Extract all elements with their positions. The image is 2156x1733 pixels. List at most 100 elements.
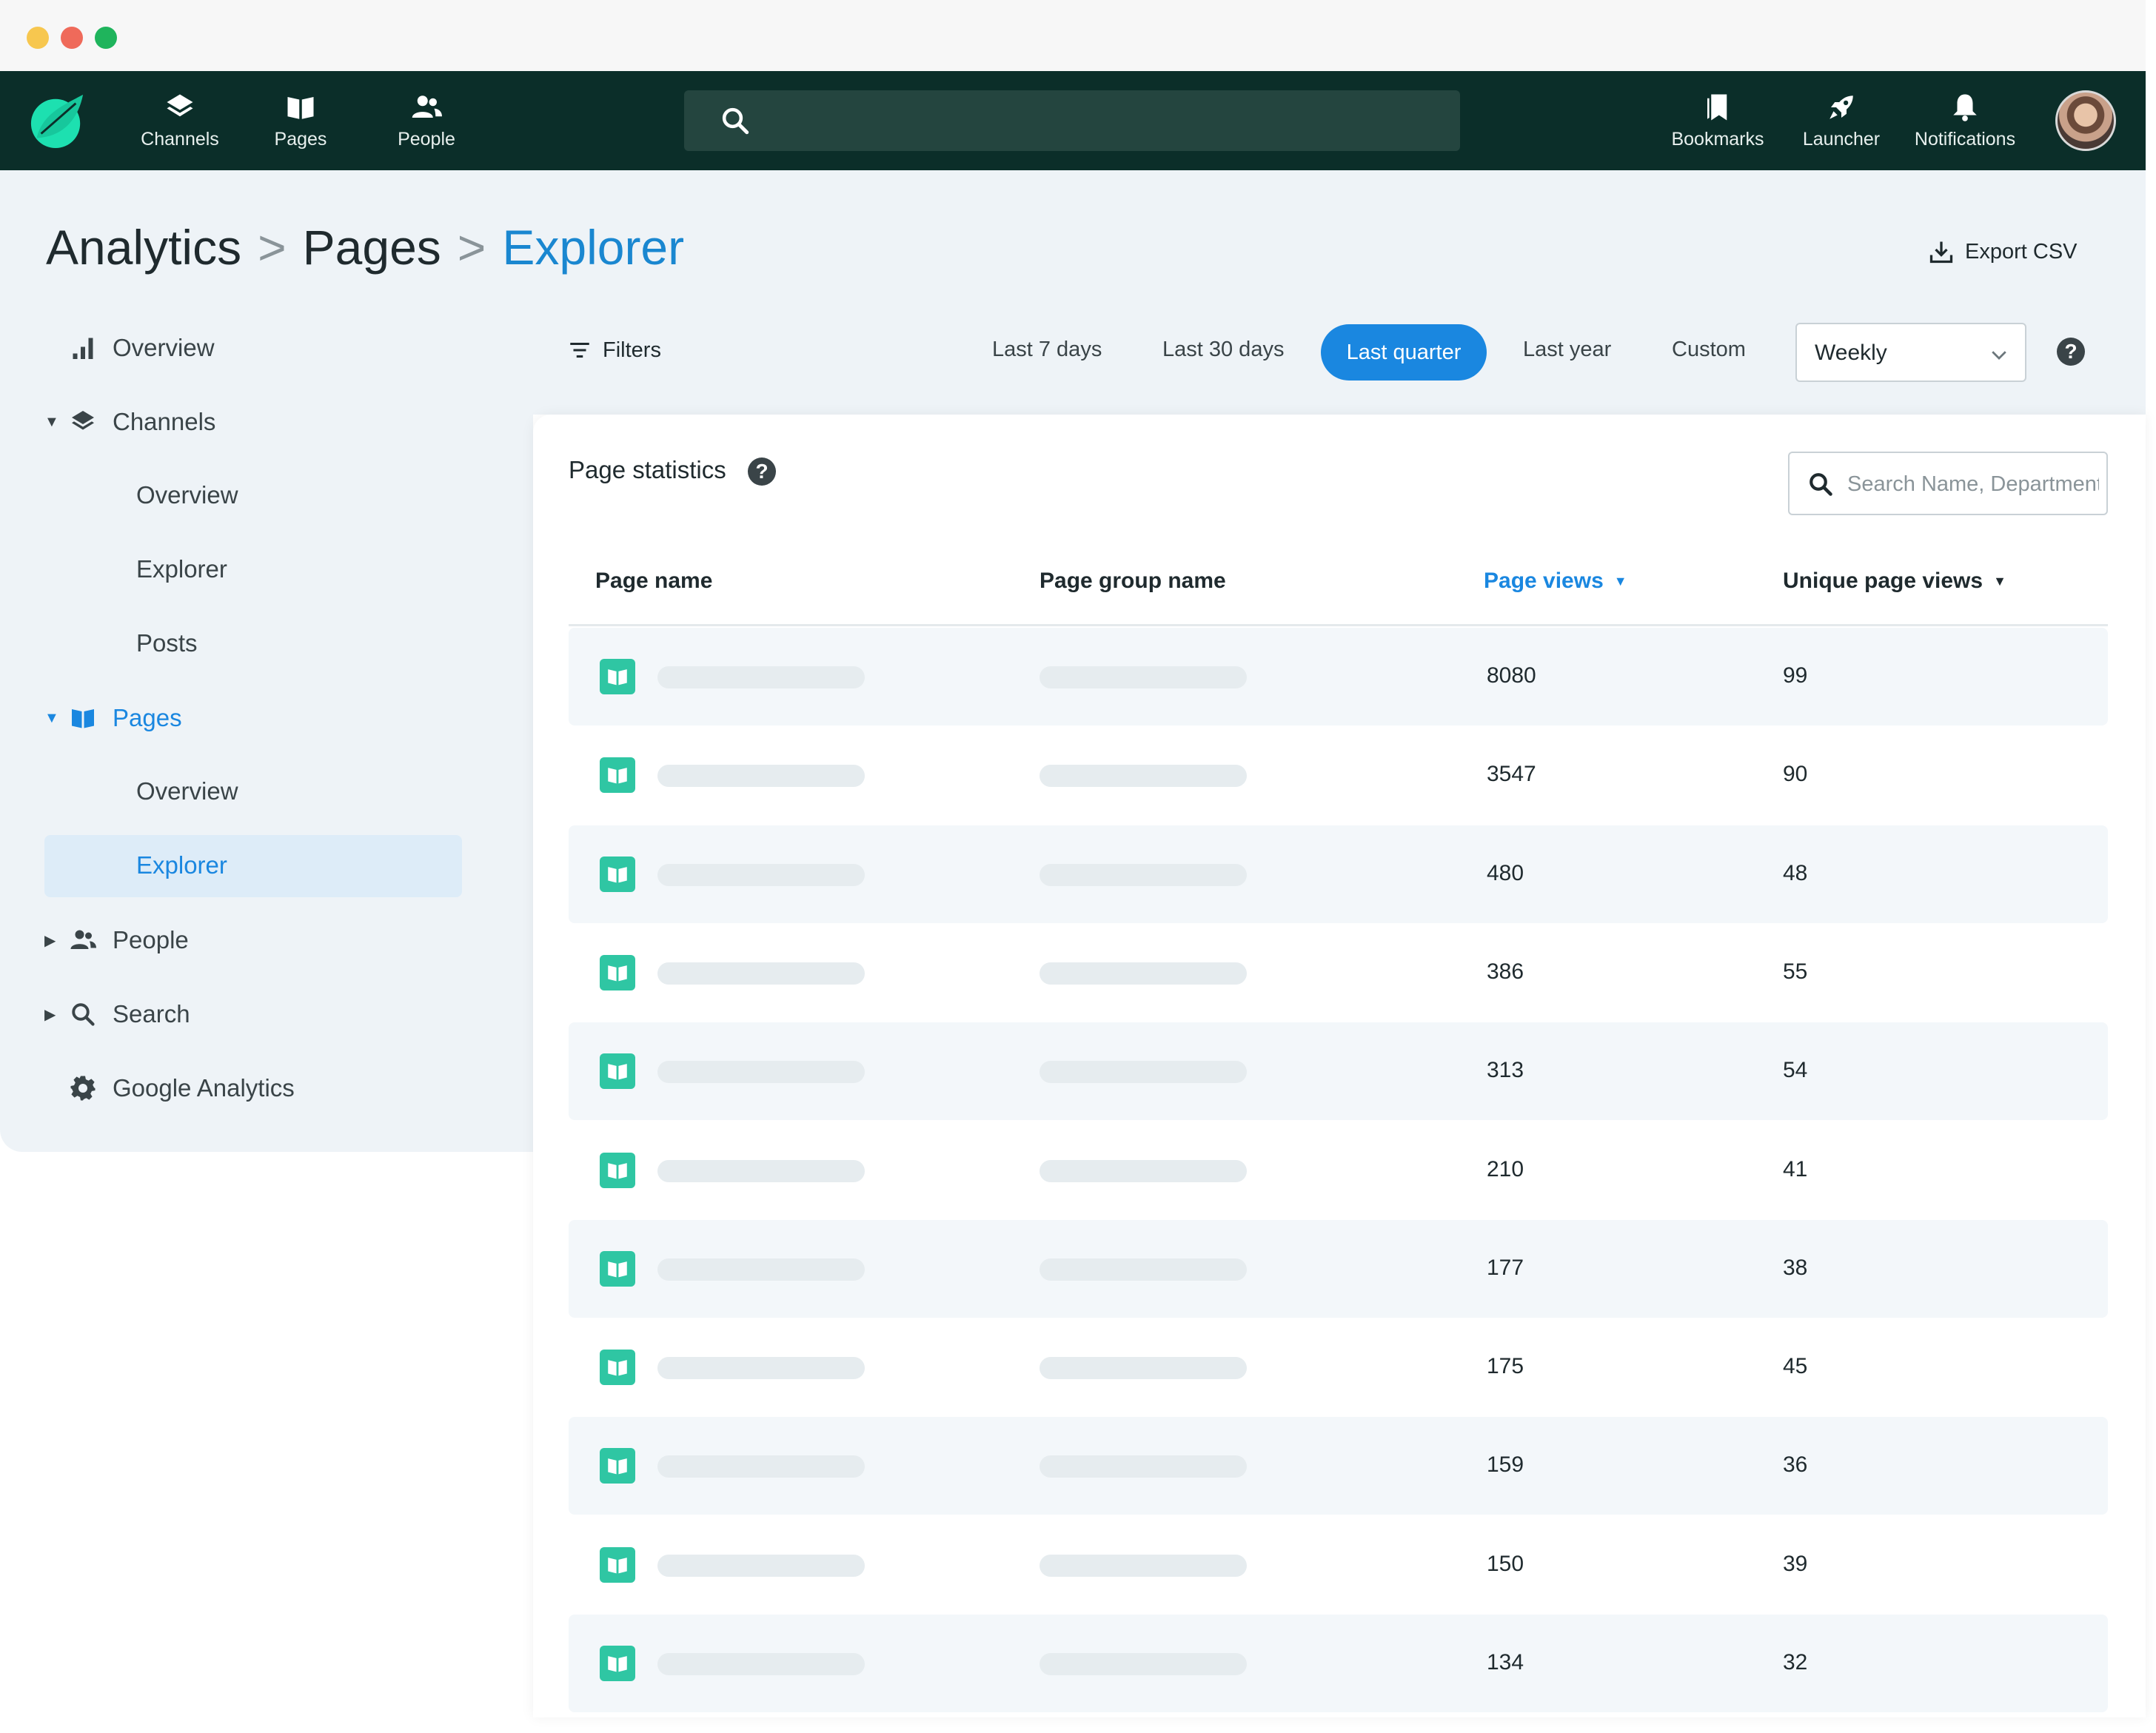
column-header-label: Page views — [1484, 569, 1604, 593]
unique-page-views-cell: 99 — [1783, 663, 1808, 688]
sidebar-pages-overview[interactable]: Overview — [136, 777, 238, 805]
sidebar-channels-overview[interactable]: Overview — [136, 481, 238, 509]
export-csv-button[interactable]: Export CSV — [1928, 238, 2078, 265]
page-book-icon — [600, 1251, 635, 1287]
unique-page-views-cell: 45 — [1783, 1354, 1808, 1378]
nav-launcher-label: Launcher — [1802, 128, 1881, 150]
sidebar-item-label: Search — [113, 1000, 190, 1028]
book-icon — [287, 96, 314, 119]
range-last-7-days[interactable]: Last 7 days — [992, 338, 1102, 362]
page-book-icon — [600, 1448, 635, 1484]
page-views-cell: 175 — [1487, 1354, 1524, 1378]
interval-select-value: Weekly — [1815, 341, 1887, 365]
window-close-button[interactable] — [61, 27, 83, 49]
range-last-30-days[interactable]: Last 30 days — [1162, 338, 1284, 362]
sidebar-pages-explorer[interactable]: Explorer — [136, 851, 227, 879]
caret-down-icon[interactable]: ▼ — [44, 414, 62, 431]
sidebar-item-channels[interactable]: ▼ Channels — [44, 407, 215, 437]
interval-select[interactable]: Weekly — [1795, 323, 2026, 382]
column-header-unique-page-views[interactable]: Unique page views ▼ — [1783, 569, 2006, 594]
table-row[interactable]: 8080 99 — [569, 628, 2108, 725]
breadcrumb-separator: > — [457, 220, 486, 275]
table-search-input[interactable] — [1847, 468, 2099, 500]
column-header-page-views[interactable]: Page views ▼ — [1484, 569, 1627, 594]
table-row[interactable]: 313 54 — [569, 1022, 2108, 1120]
sidebar-item-google-analytics[interactable]: Google Analytics — [44, 1073, 295, 1103]
page-views-cell: 386 — [1487, 959, 1524, 984]
window-maximize-button[interactable] — [95, 27, 117, 49]
search-icon — [1810, 473, 1832, 496]
range-last-quarter[interactable]: Last quarter — [1321, 324, 1487, 381]
page-views-cell: 480 — [1487, 861, 1524, 885]
page-name-placeholder — [657, 1653, 865, 1675]
table-row[interactable]: 210 41 — [569, 1122, 2108, 1219]
unique-page-views-cell: 38 — [1783, 1256, 1808, 1280]
export-csv-label: Export CSV — [1965, 239, 2078, 264]
table-row[interactable]: 175 45 — [569, 1318, 2108, 1416]
table-row[interactable]: 159 36 — [569, 1417, 2108, 1515]
nav-launcher[interactable]: Launcher — [1801, 71, 1882, 170]
nav-notifications[interactable]: Notifications — [1909, 71, 2021, 170]
filters-button[interactable]: Filters — [567, 338, 661, 363]
caret-right-icon[interactable]: ▶ — [44, 1005, 62, 1024]
table-row[interactable]: 3547 90 — [569, 726, 2108, 824]
sidebar-channels-posts[interactable]: Posts — [136, 629, 198, 657]
column-header-page-name[interactable]: Page name — [595, 569, 712, 594]
page-book-icon — [600, 1350, 635, 1385]
page-name-placeholder — [657, 666, 865, 688]
page-book-icon — [600, 1646, 635, 1681]
table-row[interactable]: 177 38 — [569, 1220, 2108, 1318]
help-icon[interactable]: ? — [2057, 338, 2085, 366]
table-row[interactable]: 150 39 — [569, 1516, 2108, 1614]
page-book-icon — [600, 1053, 635, 1089]
sort-desc-icon: ▼ — [1993, 573, 2006, 589]
unique-page-views-cell: 90 — [1783, 762, 1808, 786]
window-titlebar — [0, 0, 2146, 71]
nav-bookmarks[interactable]: Bookmarks — [1667, 71, 1768, 170]
user-avatar[interactable] — [2055, 90, 2116, 151]
table-header-divider — [569, 624, 2108, 626]
page-group-placeholder — [1040, 1357, 1247, 1379]
page-group-placeholder — [1040, 1653, 1247, 1675]
range-last-year[interactable]: Last year — [1523, 338, 1611, 362]
page-group-placeholder — [1040, 666, 1247, 688]
window-minimize-button[interactable] — [27, 27, 49, 49]
sidebar-item-people[interactable]: ▶ People — [44, 925, 189, 955]
breadcrumb-pages[interactable]: Pages — [303, 220, 441, 275]
download-icon — [1929, 241, 1953, 264]
page-book-icon — [600, 1547, 635, 1583]
nav-channels-label: Channels — [141, 128, 219, 150]
unique-page-views-cell: 55 — [1783, 959, 1808, 984]
nav-people[interactable]: People — [392, 71, 461, 170]
sidebar-item-search[interactable]: ▶ Search — [44, 999, 190, 1029]
search-icon — [72, 1003, 95, 1026]
book-icon — [72, 709, 94, 728]
page-name-placeholder — [657, 1455, 865, 1478]
nav-people-label: People — [398, 128, 455, 150]
sidebar-item-overview[interactable]: Overview — [44, 333, 215, 363]
page-name-placeholder — [657, 1061, 865, 1083]
sidebar-channels-explorer[interactable]: Explorer — [136, 555, 227, 583]
caret-right-icon[interactable]: ▶ — [44, 931, 62, 950]
breadcrumb-analytics[interactable]: Analytics — [46, 220, 241, 275]
caret-down-icon[interactable]: ▼ — [44, 710, 62, 727]
table-row[interactable]: 386 55 — [569, 924, 2108, 1022]
people-icon — [412, 95, 442, 118]
table-row[interactable]: 480 48 — [569, 825, 2108, 923]
nav-channels[interactable]: Channels — [139, 71, 221, 170]
page-name-placeholder — [657, 765, 865, 787]
nav-pages[interactable]: Pages — [274, 71, 327, 170]
sidebar-item-pages[interactable]: ▼ Pages — [44, 703, 182, 733]
table-row[interactable]: 134 32 — [569, 1615, 2108, 1712]
unique-page-views-cell: 32 — [1783, 1650, 1808, 1675]
global-search-bar[interactable] — [684, 90, 1460, 151]
page-group-placeholder — [1040, 1555, 1247, 1577]
app-logo-icon[interactable] — [28, 92, 86, 150]
column-header-page-group-name[interactable]: Page group name — [1040, 569, 1226, 594]
page-views-cell: 313 — [1487, 1058, 1524, 1082]
range-custom[interactable]: Custom — [1672, 338, 1746, 362]
help-icon[interactable]: ? — [748, 457, 776, 486]
layers-icon — [72, 411, 94, 430]
sidebar-item-label: Overview — [113, 334, 215, 361]
table-search-field[interactable] — [1788, 452, 2108, 515]
